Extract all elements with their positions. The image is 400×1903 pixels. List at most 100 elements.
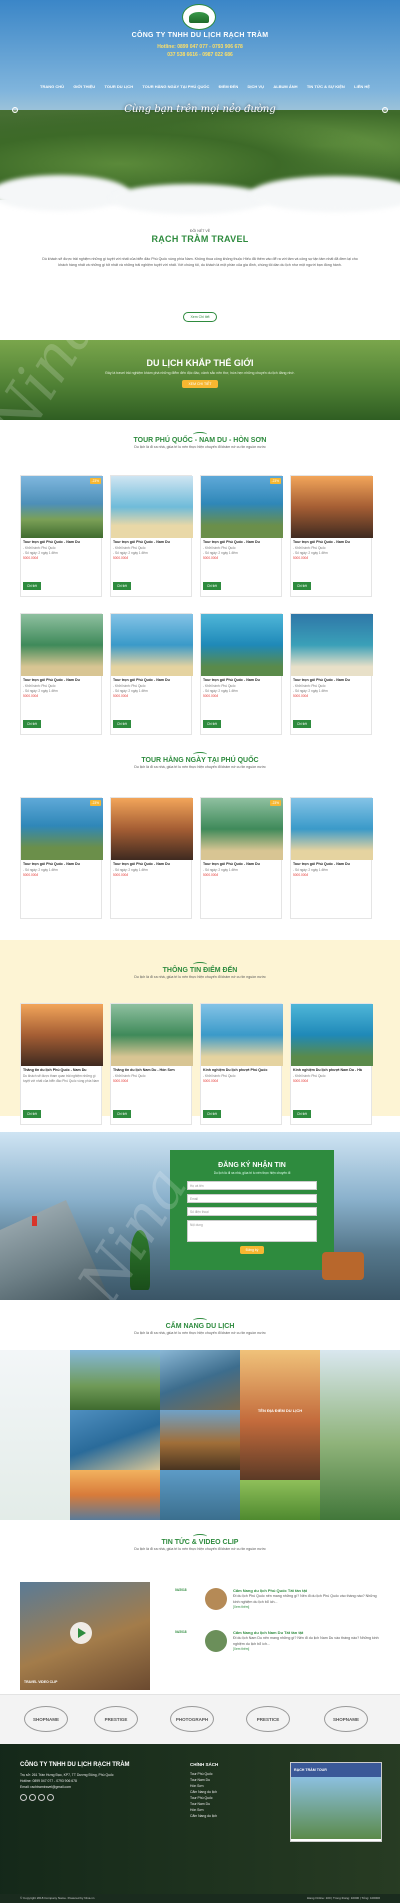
detail-button[interactable]: Chi tiết — [203, 582, 221, 590]
tour-card[interactable]: Thăng tin du lịch Phú Quốc - Nam Du Du kh… — [20, 1003, 103, 1125]
company-logo[interactable] — [182, 4, 216, 30]
detail-button[interactable]: Chi tiết — [293, 720, 311, 728]
tour-image[interactable]: -23% — [201, 798, 283, 860]
nav-item-album[interactable]: ALBUM ẢNH — [273, 84, 297, 89]
detail-button[interactable]: Chi tiết — [113, 1110, 131, 1118]
partner-logo[interactable]: PRESTICE — [246, 1706, 290, 1732]
nav-item-daily-tours[interactable]: TOUR HẰNG NGÀY TẠI PHÚ QUỐC — [142, 84, 209, 89]
tour-image[interactable] — [111, 1004, 193, 1066]
nav-item-services[interactable]: DỊCH VỤ — [248, 84, 264, 89]
tour-title[interactable]: Tour trọn gói Phú Quốc - Nam Du — [23, 540, 99, 545]
handbook-tile[interactable] — [240, 1480, 320, 1520]
tour-card[interactable]: -23% Tour trọn gói Phú Quốc - Nam Du - Khở… — [20, 475, 103, 597]
nav-item-tours[interactable]: TOUR DU LỊCH — [104, 84, 133, 89]
tour-card[interactable]: Tour trọn gói Phú Quốc - Nam Du - Khởi hà… — [200, 613, 283, 735]
tour-image[interactable] — [201, 614, 283, 676]
nav-item-home[interactable]: TRANG CHỦ — [40, 84, 64, 89]
tour-card[interactable]: -23% Tour trọn gói Phú Quốc - Nam Du - Số … — [20, 797, 103, 919]
name-field[interactable]: Họ và tên — [187, 1181, 317, 1190]
tour-card[interactable]: Tour trọn gói Phú Quốc - Nam Du - Khởi hà… — [290, 475, 373, 597]
detail-button[interactable]: Chi tiết — [113, 720, 131, 728]
tour-image[interactable] — [291, 614, 373, 676]
tour-image[interactable] — [111, 798, 193, 860]
nav-item-news[interactable]: TIN TỨC & SỰ KIỆN — [307, 84, 345, 89]
tour-image[interactable] — [291, 476, 373, 538]
youtube-icon[interactable] — [47, 1794, 54, 1801]
tour-image[interactable] — [21, 1004, 103, 1066]
partner-logo[interactable]: SHOPNAME — [24, 1706, 68, 1732]
news-item[interactable]: 04/2018 Cẩm Nang du lịch Nam Du Tất tần … — [175, 1630, 380, 1652]
nav-item-about[interactable]: GIỚI THIỆU — [73, 84, 95, 89]
detail-button[interactable]: Chi tiết — [293, 582, 311, 590]
tour-image[interactable] — [291, 1004, 373, 1066]
handbook-tile[interactable] — [160, 1470, 240, 1520]
nav-item-destinations[interactable]: ĐIỂM ĐẾN — [219, 84, 239, 89]
tour-image[interactable] — [201, 1004, 283, 1066]
handbook-tile[interactable] — [160, 1350, 240, 1410]
tour-title[interactable]: Tour trọn gói Phú Quốc - Nam Du — [113, 540, 189, 545]
tour-image[interactable] — [111, 614, 193, 676]
twitter-icon[interactable] — [29, 1794, 36, 1801]
tour-title[interactable]: Kinh nghiệm Du lịch phượt Phú Quốc — [203, 1068, 279, 1073]
detail-button[interactable]: Chi tiết — [23, 582, 41, 590]
news-more-link[interactable]: [Xem thêm] — [233, 1605, 380, 1609]
handbook-tile[interactable] — [70, 1350, 160, 1410]
message-field[interactable]: Nội dung — [187, 1220, 317, 1242]
slider-next-icon[interactable] — [382, 107, 388, 113]
policy-link[interactable]: Cẩm Nang du lịch — [190, 1813, 270, 1819]
tour-card[interactable]: Tour trọn gói Phú Quốc - Nam Du - Khởi hà… — [110, 475, 193, 597]
tour-image[interactable]: -23% — [21, 798, 103, 860]
tour-title[interactable]: Tour trọn gói Phú Quốc - Nam Du — [203, 540, 279, 545]
partner-logo[interactable]: PHOTOGRAPH — [170, 1706, 214, 1732]
tour-title[interactable]: Tour trọn gói Phú Quốc - Nam Du — [23, 862, 99, 867]
slider-prev-icon[interactable] — [12, 107, 18, 113]
news-item[interactable]: 04/2018 Cẩm Nang du lịch Phú Quốc Tất tầ… — [175, 1588, 380, 1610]
tour-card[interactable]: Thăng tin du lịch Nam Du - Hòn Sơn - Khởi… — [110, 1003, 193, 1125]
detail-button[interactable]: Chi tiết — [203, 1110, 221, 1118]
tour-card[interactable]: Tour trọn gói Phú Quốc - Nam Du - Khởi hà… — [110, 613, 193, 735]
play-icon[interactable] — [70, 1622, 92, 1644]
tour-title[interactable]: Tour trọn gói Phú Quốc - Nam Du — [203, 862, 279, 867]
detail-button[interactable]: Chi tiết — [23, 1110, 41, 1118]
tour-title[interactable]: Kinh nghiệm Du lịch phượt Nam Du - Hà — [293, 1068, 369, 1073]
tour-card[interactable]: -23% Tour trọn gói Phú Quốc - Nam Du - Khở… — [200, 475, 283, 597]
handbook-tile[interactable] — [70, 1470, 160, 1520]
world-detail-button[interactable]: XEM CHI TIẾT — [182, 380, 218, 388]
tour-image[interactable]: -23% — [21, 476, 103, 538]
tour-title[interactable]: Tour trọn gói Phú Quốc - Nam Du — [23, 678, 99, 683]
tour-title[interactable]: Tour trọn gói Phú Quốc - Nam Du — [203, 678, 279, 683]
tour-title[interactable]: Tour trọn gói Phú Quốc - Nam Du — [293, 862, 369, 867]
partner-logo[interactable]: PRESTIGE — [94, 1706, 138, 1732]
handbook-tile[interactable] — [160, 1410, 240, 1470]
tour-image[interactable] — [111, 476, 193, 538]
tour-card[interactable]: Kinh nghiệm Du lịch phượt Nam Du - Hà - K… — [290, 1003, 373, 1125]
detail-button[interactable]: Chi tiết — [113, 582, 131, 590]
tour-card[interactable]: Tour trọn gói Phú Quốc - Nam Du - Khởi hà… — [20, 613, 103, 735]
tour-title[interactable]: Tour trọn gói Phú Quốc - Nam Du — [113, 862, 189, 867]
tour-card[interactable]: Tour trọn gói Phú Quốc - Nam Du - Khởi hà… — [290, 613, 373, 735]
detail-button[interactable]: Chi tiết — [23, 720, 41, 728]
handbook-tile[interactable] — [70, 1410, 160, 1470]
detail-button[interactable]: Chi tiết — [293, 1110, 311, 1118]
tour-title[interactable]: Tour trọn gói Phú Quốc - Nam Du — [293, 540, 369, 545]
handbook-tile-featured[interactable]: TÊN ĐỊA ĐIỂM DU LỊCH — [240, 1350, 320, 1480]
email-field[interactable]: Email — [187, 1194, 317, 1203]
detail-button[interactable]: Chi tiết — [203, 720, 221, 728]
google-plus-icon[interactable] — [38, 1794, 45, 1801]
tour-image[interactable] — [21, 614, 103, 676]
tour-title[interactable]: Tour trọn gói Phú Quốc - Nam Du — [293, 678, 369, 683]
tour-card[interactable]: -23% Tour trọn gói Phú Quốc - Nam Du - Số … — [200, 797, 283, 919]
phone-field[interactable]: Số điện thoại — [187, 1207, 317, 1216]
tour-image[interactable] — [291, 798, 373, 860]
facebook-widget[interactable]: RẠCH TRÀM TOUR — [290, 1762, 382, 1842]
tour-title[interactable]: Tour trọn gói Phú Quốc - Nam Du — [113, 678, 189, 683]
intro-detail-button[interactable]: Xem Chi tiết — [183, 312, 217, 322]
partner-logo[interactable]: SHOPNAME — [324, 1706, 368, 1732]
tour-card[interactable]: Tour trọn gói Phú Quốc - Nam Du - Số ngày… — [290, 797, 373, 919]
register-button[interactable]: Đăng ký — [239, 1246, 265, 1254]
tour-image[interactable]: -23% — [201, 476, 283, 538]
tour-card[interactable]: Tour trọn gói Phú Quốc - Nam Du - Số ngày… — [110, 797, 193, 919]
tour-card[interactable]: Kinh nghiệm Du lịch phượt Phú Quốc - Khởi… — [200, 1003, 283, 1125]
facebook-icon[interactable] — [20, 1794, 27, 1801]
nav-item-contact[interactable]: LIÊN HỆ — [354, 84, 370, 89]
